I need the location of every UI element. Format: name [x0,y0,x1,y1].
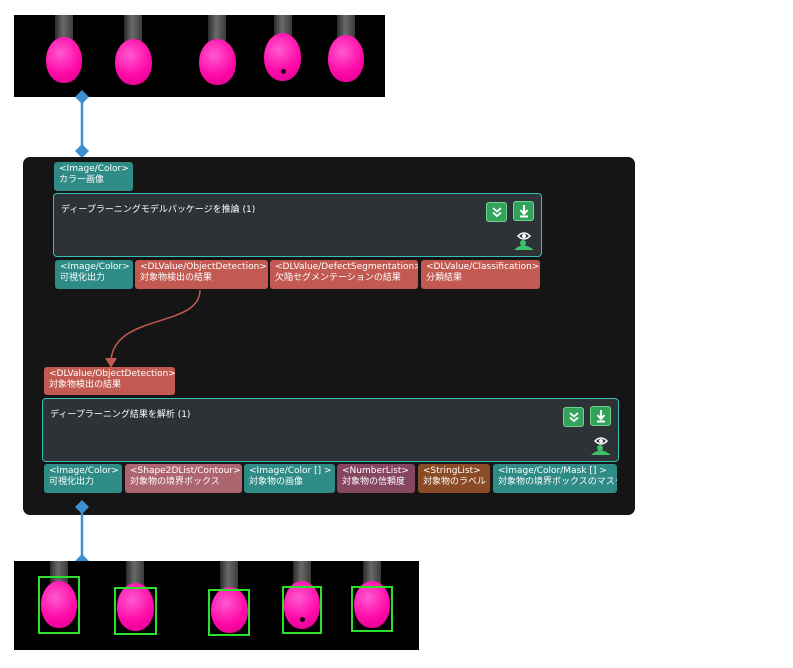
connector-bottom [75,500,89,568]
visualize-eye-icon[interactable] [589,434,613,456]
port-label: 欠陥セグメンテーションの結果 [275,273,401,283]
node2-output-bounding-boxes[interactable]: <Shape2DList/Contour> 対象物の境界ボックス [125,464,242,493]
port-type: <DLValue/DefectSegmentation> [275,262,418,272]
detection-box [208,589,250,636]
port-label: 対象物の境界ボックスのマスク [498,477,617,487]
port-type: <Image/Color> [60,262,130,272]
node2-output-labels[interactable]: <StringList> 対象物のラベル [418,464,490,493]
node2-input-port[interactable]: <DLValue/ObjectDetection> 対象物検出の結果 [44,367,175,395]
download-arrow-icon [519,205,528,218]
detection-box [114,587,157,635]
double-chevron-down-icon [491,207,502,218]
download-button[interactable] [590,406,611,426]
port-label: 可視化出力 [60,273,106,283]
port-label: 対象物検出の結果 [49,380,122,390]
collapse-button[interactable] [486,202,507,222]
port-label: 対象物検出の結果 [140,273,213,283]
node-title: ディープラーニングモデルパッケージを推論 (1) [61,205,256,215]
collapse-button[interactable] [563,407,584,427]
node1-input-port[interactable]: <Image/Color> カラー画像 [54,162,133,191]
node-title: ディープラーニング結果を解析 (1) [50,410,191,420]
port-type: <DLValue/ObjectDetection> [140,262,267,272]
input-image [14,15,385,97]
detection-box [351,586,393,632]
port-label: 対象物の画像 [249,477,304,487]
double-chevron-down-icon [568,412,579,423]
node2-output-object-images[interactable]: <Image/Color [] > 対象物の画像 [244,464,335,493]
port-type: <Image/Color> [49,466,119,476]
port-type: <Image/Color [] > [249,466,332,476]
port-type: <Image/Color/Mask [] > [498,466,607,476]
node1-output-visualization[interactable]: <Image/Color> 可視化出力 [55,260,133,289]
node2-output-visualization[interactable]: <Image/Color> 可視化出力 [44,464,122,493]
download-arrow-icon [596,410,605,423]
detection-box [38,576,80,634]
output-image [14,561,419,650]
port-label: 対象物のラベル [423,477,487,487]
port-type: <DLValue/Classification> [426,262,540,272]
port-label: 分類結果 [426,273,463,283]
port-type: <Shape2DList/Contour> [130,466,241,476]
port-label: 対象物の信頼度 [342,477,406,487]
connector-top [75,90,89,158]
node-parse-dl-results[interactable]: ディープラーニング結果を解析 (1) [42,398,619,462]
port-type: <DLValue/ObjectDetection> [49,369,175,379]
port-type: <Image/Color> [59,164,129,174]
link-object-detection[interactable] [95,288,215,370]
port-label: カラー画像 [59,175,105,185]
port-type: <StringList> [423,466,481,476]
visualize-eye-icon[interactable] [512,229,536,251]
node-infer-dl-model[interactable]: ディープラーニングモデルパッケージを推論 (1) [53,193,542,257]
node1-output-defect-segmentation[interactable]: <DLValue/DefectSegmentation> 欠陥セグメンテーション… [270,260,418,289]
detection-box [282,586,322,634]
node2-output-masks[interactable]: <Image/Color/Mask [] > 対象物の境界ボックスのマスク [493,464,617,493]
node1-output-classification[interactable]: <DLValue/Classification> 分類結果 [421,260,540,289]
node1-output-object-detection[interactable]: <DLValue/ObjectDetection> 対象物検出の結果 [135,260,268,289]
port-type: <NumberList> [342,466,409,476]
download-button[interactable] [513,201,534,221]
port-label: 対象物の境界ボックス [130,477,220,487]
node2-output-confidence[interactable]: <NumberList> 対象物の信頼度 [337,464,415,493]
port-label: 可視化出力 [49,477,95,487]
